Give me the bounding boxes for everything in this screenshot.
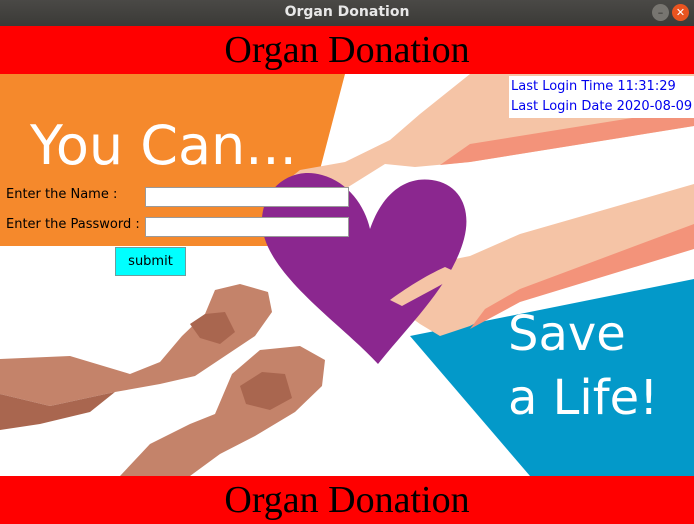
name-field-box[interactable]	[145, 187, 349, 208]
login-info-panel: Last Login Time 11:31:29 Last Login Date…	[509, 76, 694, 118]
password-input[interactable]	[146, 220, 348, 238]
top-banner: Organ Donation	[0, 26, 694, 74]
close-icon: ✕	[675, 6, 686, 19]
minimize-icon: –	[657, 6, 664, 19]
last-login-date: Last Login Date 2020-08-09	[511, 99, 693, 114]
name-input[interactable]	[146, 190, 348, 208]
poster-you-can-text: You Can...	[29, 114, 297, 177]
poster-background: You Can... Save a Life!	[0, 74, 694, 476]
poster-save-text: Save	[508, 306, 626, 362]
name-label: Enter the Name :	[6, 187, 118, 202]
last-login-time: Last Login Time 11:31:29	[511, 79, 676, 94]
submit-button[interactable]: submit	[115, 247, 186, 276]
password-label: Enter the Password :	[6, 217, 140, 232]
password-field-box[interactable]	[145, 217, 349, 238]
window-title: Organ Donation	[284, 4, 410, 20]
close-button[interactable]: ✕	[672, 4, 689, 21]
poster-a-life-text: a Life!	[508, 370, 658, 426]
minimize-button[interactable]: –	[652, 4, 669, 21]
window-titlebar: Organ Donation – ✕	[0, 0, 694, 26]
bottom-banner: Organ Donation	[0, 476, 694, 524]
